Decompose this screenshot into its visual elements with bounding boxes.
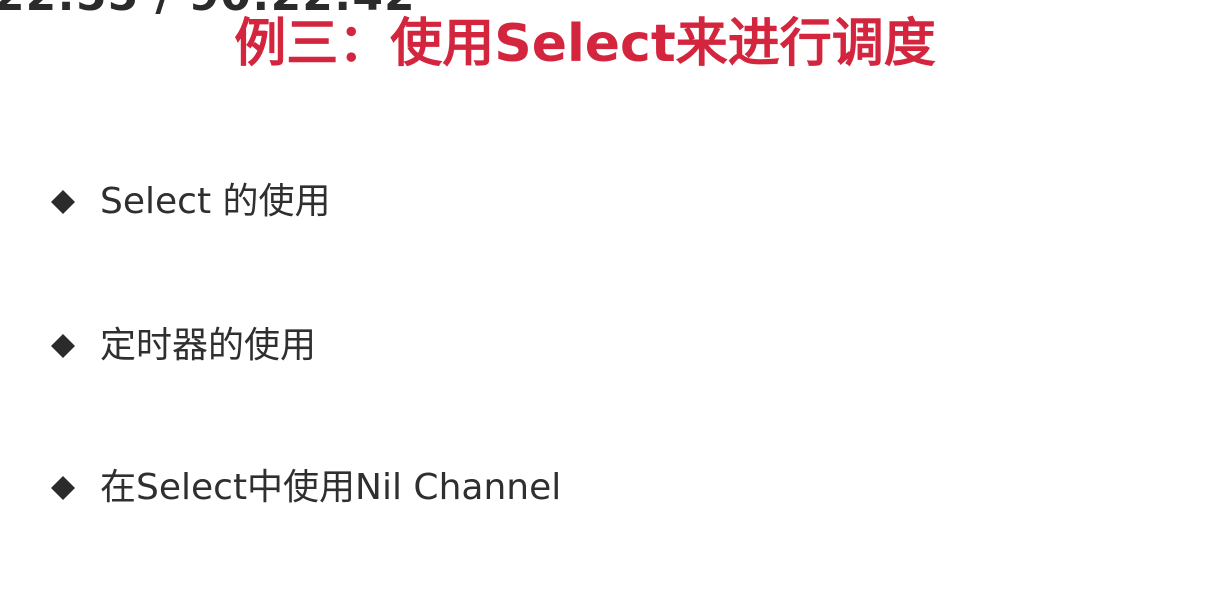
bullet-text: 定时器的使用 bbox=[100, 325, 317, 366]
diamond-bullet-icon bbox=[48, 320, 78, 372]
diamond-bullet-icon bbox=[48, 176, 78, 228]
slide: 22:55 / 90:22:42 例三：使用Select来进行调度 Select… bbox=[0, 0, 1206, 598]
bullet-item: 定时器的使用 bbox=[48, 320, 316, 372]
diamond-bullet-icon bbox=[48, 462, 78, 514]
bullet-item: Select 的使用 bbox=[48, 176, 331, 228]
bullet-item: 在Select中使用Nil Channel bbox=[48, 462, 561, 514]
bullet-text: Select 的使用 bbox=[100, 181, 331, 222]
bullet-text: 在Select中使用Nil Channel bbox=[100, 467, 562, 508]
slide-title: 例三：使用Select来进行调度 bbox=[234, 14, 936, 74]
